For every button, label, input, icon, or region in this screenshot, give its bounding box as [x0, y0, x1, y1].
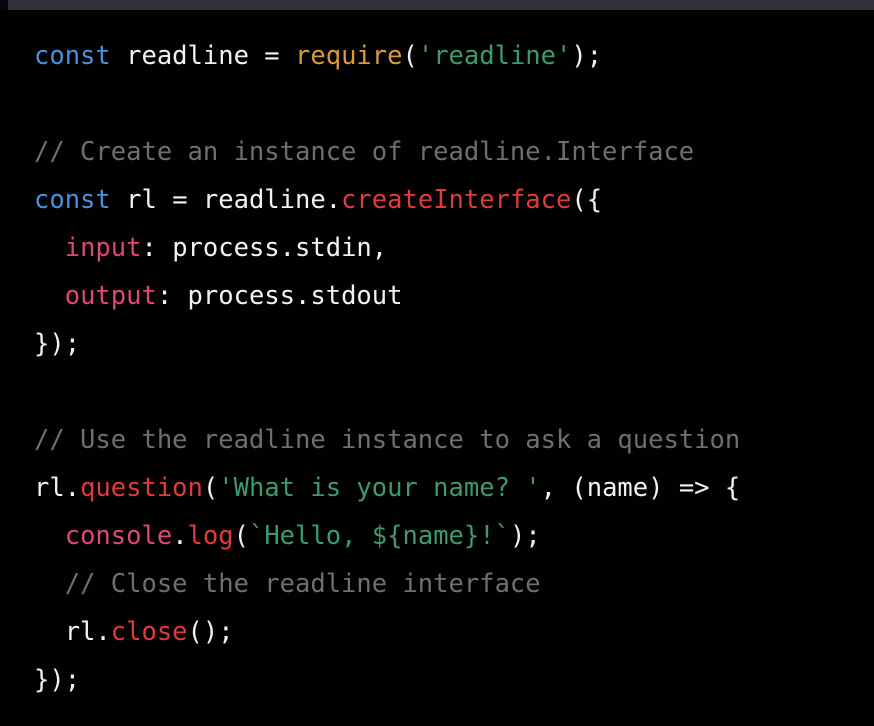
code-token-plain: . [172, 521, 188, 551]
code-editor-surface[interactable]: const readline = require('readline'); //… [0, 10, 874, 726]
code-line: rl.question('What is your name? ', (name… [34, 464, 864, 512]
code-token-function: log [187, 521, 234, 551]
code-line: // Use the readline instance to ask a qu… [34, 416, 864, 464]
code-token-plain: readline. [187, 185, 342, 215]
code-token-plain: = [264, 41, 280, 71]
code-token-plain: rl. [34, 473, 81, 503]
code-token-punct: (); [187, 617, 234, 647]
code-token-plain: , (name) => { [540, 473, 741, 503]
code-token-function: close [110, 617, 188, 647]
code-token-plain: = [172, 185, 188, 215]
code-token-function: createInterface [341, 185, 572, 215]
code-line: // Create an instance of readline.Interf… [34, 128, 864, 176]
code-token-plain: rl. [34, 617, 111, 647]
code-token-string: 'readline' [417, 41, 572, 71]
code-line: console.log(`Hello, ${name}!`); [34, 512, 864, 560]
code-token-plain: rl [110, 185, 173, 215]
code-token-property: output [64, 281, 157, 311]
code-line: input: process.stdin, [34, 224, 864, 272]
code-token-punct: }); [34, 329, 81, 359]
code-line: const rl = readline.createInterface({ [34, 176, 864, 224]
code-token-punct: ({ [571, 185, 603, 215]
code-line: }); [34, 320, 864, 368]
code-token-comment: // Create an instance of readline.Interf… [34, 137, 695, 167]
code-token-punct: ); [571, 41, 603, 71]
code-token-punct: ); [509, 521, 541, 551]
code-line: }); [34, 656, 864, 704]
code-line: // Close the readline interface [34, 560, 864, 608]
code-token-keyword: const [34, 41, 111, 71]
code-token-comment: // Close the readline interface [34, 569, 541, 599]
code-token-punct: ( [402, 41, 418, 71]
code-token-punct: ( [233, 521, 249, 551]
code-token-function: question [80, 473, 203, 503]
code-block[interactable]: const readline = require('readline'); //… [0, 32, 874, 704]
code-token-property: console [64, 521, 173, 551]
code-token-builtin: require [295, 41, 403, 71]
code-token-comment: // Use the readline instance to ask a qu… [34, 425, 741, 455]
code-token-plain: : process.stdin, [141, 233, 388, 263]
code-token-string: 'What is your name? ' [218, 473, 541, 503]
code-snippet-window: const readline = require('readline'); //… [0, 0, 874, 726]
code-token-string: `Hello, ${name}!` [248, 521, 510, 551]
code-token-property: input [64, 233, 142, 263]
window-titlebar [0, 0, 874, 10]
code-line: output: process.stdout [34, 272, 864, 320]
code-token-plain: readline [110, 41, 265, 71]
code-token-keyword: const [34, 185, 111, 215]
code-line: rl.close(); [34, 608, 864, 656]
code-token-plain: : process.stdout [156, 281, 403, 311]
titlebar-left-cap [0, 0, 8, 10]
code-line: const readline = require('readline'); [34, 32, 864, 80]
code-token-punct: }); [34, 665, 81, 695]
code-token-punct: ( [202, 473, 219, 503]
